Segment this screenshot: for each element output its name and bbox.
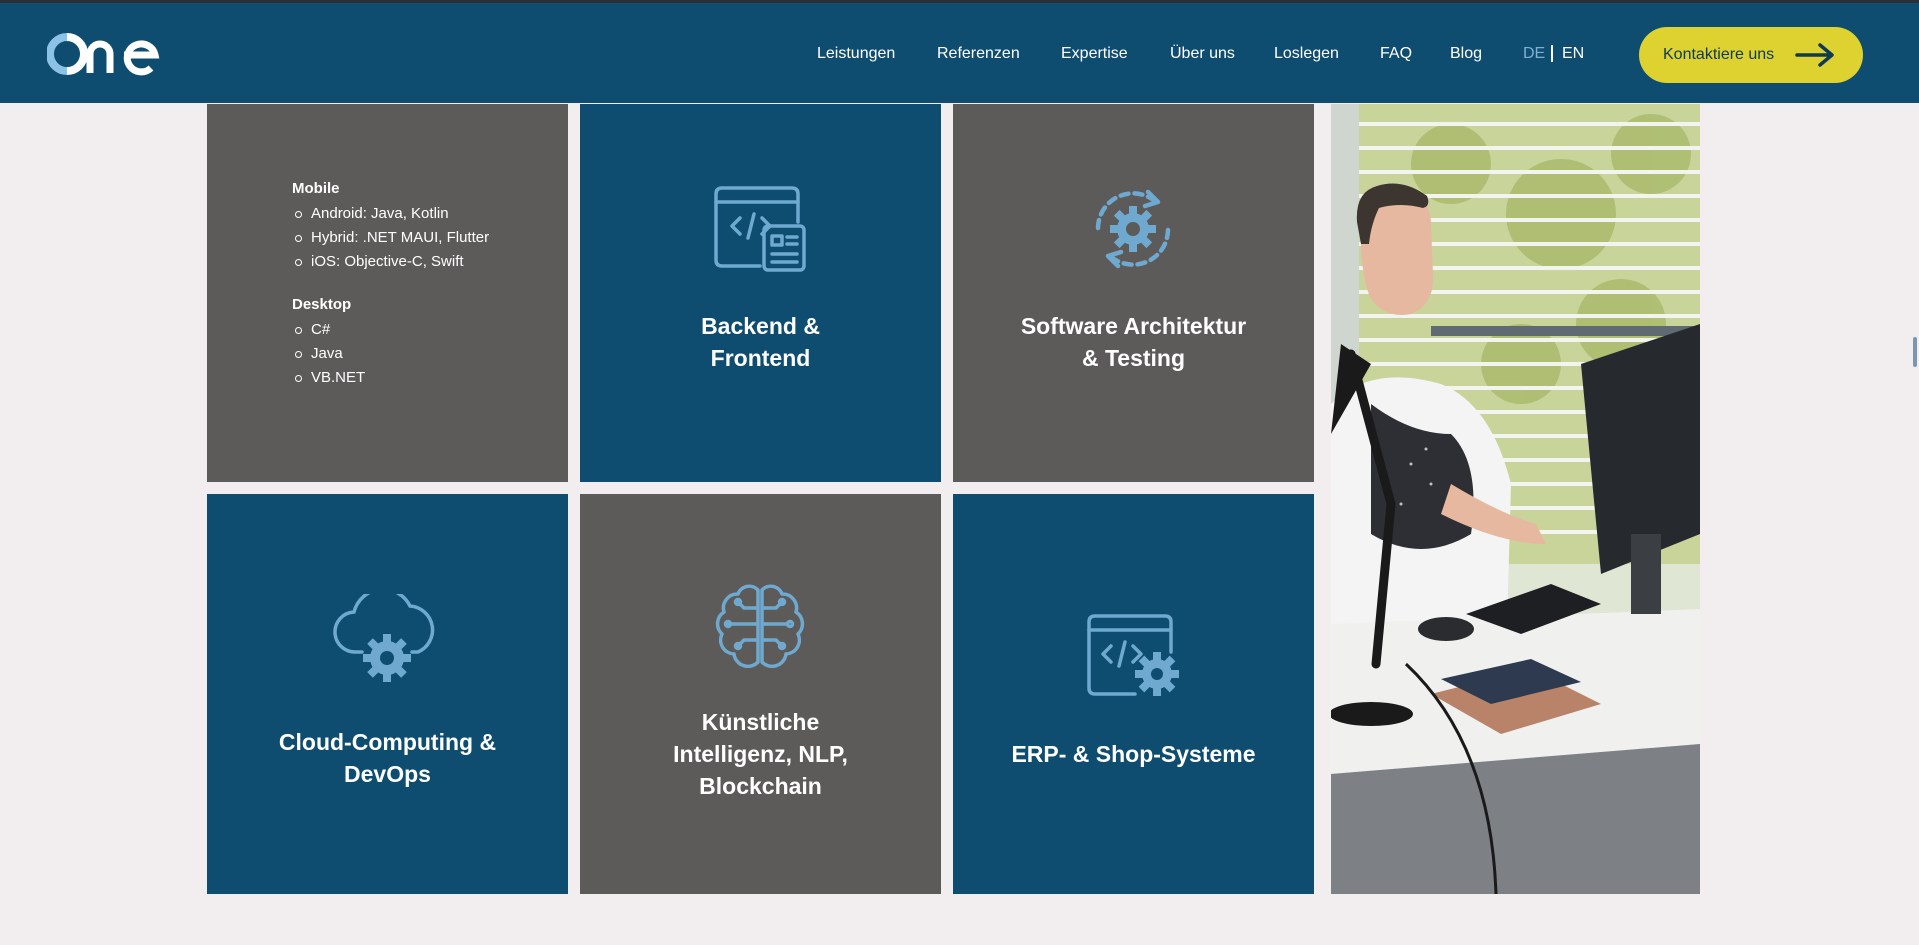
nav-expertise[interactable]: Expertise: [1061, 44, 1128, 64]
code-window-gear-icon: [1087, 614, 1179, 696]
arrow-right-icon: [1795, 43, 1834, 67]
nav-loslegen[interactable]: Loslegen: [1274, 44, 1339, 64]
tile-erp-shop[interactable]: ERP- & Shop-Systeme: [953, 494, 1314, 894]
contact-button[interactable]: Kontaktiere uns: [1639, 27, 1863, 83]
language-de[interactable]: DE: [1523, 44, 1545, 64]
list-item: VB.NET: [292, 366, 365, 390]
office-illustration: [1331, 104, 1700, 894]
list-item: Hybrid: .NET MAUI, Flutter: [292, 226, 489, 250]
tile-title-line: Künstliche: [701, 709, 820, 735]
tile-title-line: Frontend: [710, 345, 811, 371]
tile-title-line: Cloud-Computing &: [278, 729, 497, 755]
tile-architecture-testing[interactable]: Software Architektur & Testing: [953, 104, 1314, 482]
language-separator: [1551, 45, 1553, 62]
tile-backend-frontend[interactable]: Backend & Frontend: [580, 104, 941, 482]
tile-title-line: & Testing: [1081, 345, 1186, 371]
mobile-heading: Mobile: [292, 180, 340, 197]
desktop-heading: Desktop: [292, 296, 352, 313]
nav-leistungen[interactable]: Leistungen: [817, 44, 895, 64]
nav-ueber-uns[interactable]: Über uns: [1170, 44, 1235, 64]
tile-title-line: Blockchain: [699, 773, 822, 799]
tile-title-line: Intelligenz, NLP,: [673, 741, 848, 767]
site-header: Leistungen Referenzen Expertise Über uns…: [0, 3, 1919, 103]
tile-ai-nlp-blockchain[interactable]: Künstliche Intelligenz, NLP, Blockchain: [580, 494, 941, 894]
list-item: iOS: Objective-C, Swift: [292, 250, 489, 274]
tile-title-line: DevOps: [344, 761, 431, 787]
contact-button-label: Kontaktiere uns: [1663, 46, 1775, 63]
tile-cloud-devops[interactable]: Cloud-Computing & DevOps: [207, 494, 568, 894]
mobile-list: Mobile Android: Java, Kotlin Hybrid: .NE…: [292, 178, 489, 274]
cloud-gear-icon: [333, 594, 435, 682]
desktop-list: Desktop C# Java VB.NET: [292, 294, 365, 390]
tile-languages: Mobile Android: Java, Kotlin Hybrid: .NE…: [207, 104, 568, 482]
language-en[interactable]: EN: [1562, 44, 1584, 64]
scrollbar-thumb[interactable]: [1913, 337, 1917, 367]
tile-title-line: Backend &: [701, 313, 820, 339]
list-item: Android: Java, Kotlin: [292, 202, 489, 226]
nav-faq[interactable]: FAQ: [1380, 44, 1412, 64]
gear-cycle-icon: [1095, 189, 1171, 269]
developer-photo: [1331, 104, 1700, 894]
tile-title-line: Software Architektur: [1020, 313, 1247, 339]
code-window-icon: [714, 186, 806, 272]
list-item: Java: [292, 342, 365, 366]
brain-circuit-icon: [715, 584, 805, 668]
one-logo[interactable]: [47, 29, 162, 79]
nav-blog[interactable]: Blog: [1450, 44, 1482, 64]
nav-referenzen[interactable]: Referenzen: [937, 44, 1020, 64]
list-item: C#: [292, 318, 365, 342]
tile-title-line: ERP- & Shop-Systeme: [1011, 741, 1256, 767]
